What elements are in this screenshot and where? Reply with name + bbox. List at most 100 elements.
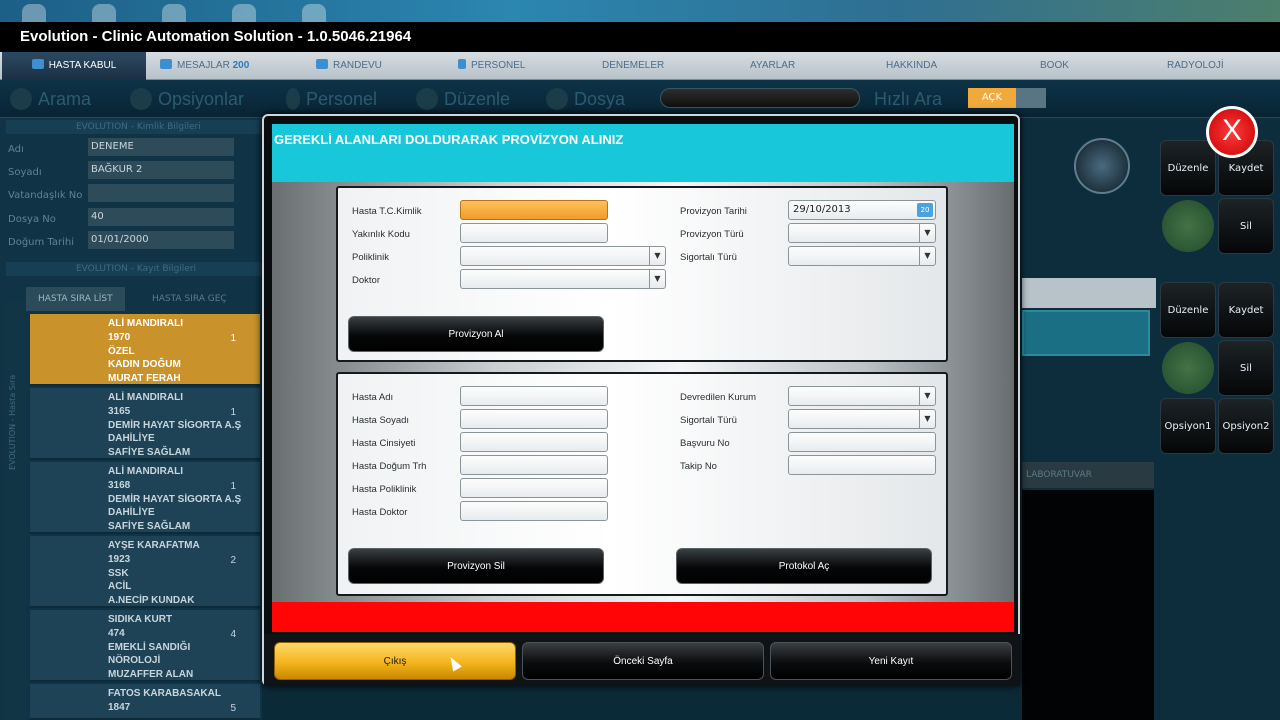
opsiyonlar-button[interactable]: Opsiyonlar bbox=[130, 86, 244, 112]
field-label: Provizyon Türü bbox=[680, 229, 744, 240]
onceki-sayfa-button[interactable]: Önceki Sayfa bbox=[522, 642, 764, 680]
person-icon bbox=[458, 59, 466, 69]
menu-hakkinda[interactable]: HAKKINDA bbox=[886, 52, 937, 80]
laboratuvar-tab[interactable]: LABORATUVAR bbox=[1022, 462, 1154, 488]
right-selected-row[interactable] bbox=[1022, 310, 1150, 356]
search-icon bbox=[10, 88, 32, 110]
menu-mesajlar[interactable]: MESAJLAR 200 bbox=[160, 52, 249, 80]
ack-toggle[interactable]: AÇK bbox=[968, 88, 1016, 108]
calendar-icon bbox=[316, 59, 328, 69]
chevron-down-icon: ▼ bbox=[649, 270, 665, 288]
dosya-no-field[interactable]: 40 bbox=[88, 208, 234, 226]
doktor-select[interactable]: ▼ bbox=[460, 269, 666, 289]
devredilen-kurum-select[interactable]: ▼ bbox=[788, 386, 936, 406]
patient-card[interactable]: ALİ MANDIRALI 3168 DEMİR HAYAT SİGORTA A.Ş… bbox=[30, 462, 260, 534]
provizyon-turu-select[interactable]: ▼ bbox=[788, 223, 936, 243]
close-icon[interactable]: X bbox=[1206, 106, 1258, 158]
menu-denemeler[interactable]: DENEMELER bbox=[602, 52, 664, 80]
duzenle-button[interactable]: Düzenle bbox=[1160, 140, 1216, 196]
yeni-kayit-button[interactable]: Yeni Kayıt bbox=[770, 642, 1012, 680]
field-label: Yakınlık Kodu bbox=[352, 229, 410, 240]
hasta-soyadi-input[interactable] bbox=[460, 409, 608, 429]
hasta-adi-input[interactable] bbox=[460, 386, 608, 406]
menu-randevu[interactable]: RANDEVU bbox=[316, 52, 382, 80]
protokol-ac-button[interactable]: Protokol Aç bbox=[676, 548, 932, 584]
field-label: Vatandaşlık No bbox=[8, 190, 83, 201]
dogum-tarihi-field[interactable]: 01/01/2000 bbox=[88, 231, 234, 249]
kayit-section-header: EVOLUTION - Kayıt Bilgileri bbox=[6, 262, 262, 276]
hasta-bilgi-group: Hasta Adı Hasta Soyadı Hasta Cinsiyeti H… bbox=[336, 372, 948, 596]
field-label: Sigortalı Türü bbox=[680, 252, 737, 263]
menu-personel[interactable]: PERSONEL bbox=[458, 52, 525, 80]
tab-hasta-sira-list[interactable]: HASTA SIRA LİST bbox=[26, 287, 125, 311]
vatandaslik-no-field[interactable] bbox=[88, 184, 234, 202]
provizyon-al-button[interactable]: Provizyon Al bbox=[348, 316, 604, 352]
arrow-icon[interactable] bbox=[1016, 88, 1046, 108]
desktop-icon bbox=[302, 4, 326, 22]
side-label: EVOLUTION - Hasta Sıra bbox=[8, 374, 17, 470]
desktop-icon bbox=[92, 4, 116, 22]
patient-card[interactable]: ALİ MANDIRALI 1970 ÖZEL KADIN DOĞUM MURAT FE… bbox=[30, 314, 260, 386]
patient-card[interactable]: ALİ MANDIRALI 3165 DEMİR HAYAT SİGORTA A.Ş… bbox=[30, 388, 260, 460]
hasta-tc-kimlik-input[interactable] bbox=[460, 200, 608, 220]
poliklinik-select[interactable]: ▼ bbox=[460, 246, 666, 266]
tab-hasta-sira-gec[interactable]: HASTA SIRA GEÇ bbox=[140, 287, 239, 311]
desktop-taskbar-strip bbox=[0, 0, 1280, 22]
patient-card[interactable]: SIDIKA KURT 474 EMEKLİ SANDIĞI NÖROLOJİ MUZA… bbox=[30, 610, 260, 682]
hasta-sira-side-strip: EVOLUTION - Hasta Sıra bbox=[4, 300, 26, 720]
cikis-button[interactable]: Çıkış bbox=[274, 642, 516, 680]
menu-ayarlar[interactable]: AYARLAR bbox=[750, 52, 795, 80]
patient-card[interactable]: AYŞE KARAFATMA 1923 SSK ACİL A.NECİP KUNDAK … bbox=[30, 536, 260, 608]
opsiyon1-button[interactable]: Opsiyon1 bbox=[1160, 398, 1216, 454]
field-label: Hasta Doğum Trh bbox=[352, 461, 427, 472]
kaydet-button-2[interactable]: Kaydet bbox=[1218, 282, 1274, 338]
duzenle-button[interactable]: Düzenle bbox=[416, 86, 510, 112]
adi-field[interactable]: DENEME bbox=[88, 138, 234, 156]
hasta-doktor-input[interactable] bbox=[460, 501, 608, 521]
takip-no-input[interactable] bbox=[788, 455, 936, 475]
field-label: Hasta T.C.Kimlik bbox=[352, 206, 422, 217]
basvuru-no-input[interactable] bbox=[788, 432, 936, 452]
camera-icon[interactable] bbox=[1074, 138, 1130, 194]
dosya-button[interactable]: Dosya bbox=[546, 86, 625, 112]
menu-book[interactable]: BOOK bbox=[1040, 52, 1069, 80]
edit-icon bbox=[416, 88, 438, 110]
sigortali-turu-select[interactable]: ▼ bbox=[788, 246, 936, 266]
refresh-icon[interactable] bbox=[1162, 342, 1214, 394]
message-count-badge: 200 bbox=[232, 60, 250, 71]
sil-button-2[interactable]: Sil bbox=[1218, 340, 1274, 396]
laboratuvar-area bbox=[1022, 490, 1154, 720]
mail-icon bbox=[160, 59, 172, 69]
patient-card[interactable]: FATOS KARABASAKAL 1847 5 bbox=[30, 684, 260, 720]
field-label: Hasta Soyadı bbox=[352, 415, 410, 426]
opsiyon2-button[interactable]: Opsiyon2 bbox=[1218, 398, 1274, 454]
chevron-down-icon: ▼ bbox=[919, 387, 935, 405]
sigortali-turu-select-2[interactable]: ▼ bbox=[788, 409, 936, 429]
window-title: Evolution - Clinic Automation Solution -… bbox=[0, 22, 1280, 52]
menu-radyoloji[interactable]: RADYOLOJİ bbox=[1167, 52, 1224, 80]
quick-search-input[interactable] bbox=[660, 88, 860, 108]
hasta-dogum-input[interactable] bbox=[460, 455, 608, 475]
menu-hasta-kabul[interactable]: HASTA KABUL bbox=[2, 52, 146, 80]
field-label: Hasta Adı bbox=[352, 392, 394, 403]
provizyon-tarihi-datepicker[interactable]: 29/10/2013 20 bbox=[788, 200, 936, 220]
desktop-icon bbox=[232, 4, 256, 22]
hasta-cinsiyeti-input[interactable] bbox=[460, 432, 608, 452]
sil-button[interactable]: Sil bbox=[1218, 198, 1274, 254]
soyadi-field[interactable]: BAĞKUR 2 bbox=[88, 161, 234, 179]
field-label: Dosya No bbox=[8, 214, 56, 225]
duzenle-button-2[interactable]: Düzenle bbox=[1160, 282, 1216, 338]
arama-button[interactable]: Arama bbox=[10, 86, 91, 112]
personel-button[interactable]: Personel bbox=[286, 86, 377, 112]
provizyon-sil-button[interactable]: Provizyon Sil bbox=[348, 548, 604, 584]
calendar-icon[interactable]: 20 bbox=[917, 203, 933, 217]
refresh-icon[interactable] bbox=[1162, 200, 1214, 252]
person-icon bbox=[286, 88, 300, 110]
dialog-title: GEREKLİ ALANLARI DOLDURARAK PROVİZYON AL… bbox=[272, 124, 1014, 182]
field-label: Doktor bbox=[352, 275, 380, 286]
toolbar: Arama Opsiyonlar Personel Düzenle Dosya … bbox=[0, 80, 1280, 118]
field-label: Doğum Tarihi bbox=[8, 237, 75, 248]
yakinlik-kodu-input[interactable] bbox=[460, 223, 608, 243]
chevron-down-icon: ▼ bbox=[649, 247, 665, 265]
hasta-poliklinik-input[interactable] bbox=[460, 478, 608, 498]
